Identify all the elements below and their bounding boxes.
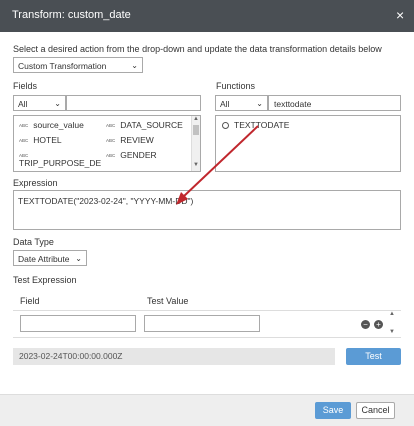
data-type-select[interactable]: Date Attribute ⌄ bbox=[13, 250, 87, 266]
test-value-input[interactable] bbox=[144, 315, 260, 332]
test-button[interactable]: Test bbox=[346, 348, 401, 365]
dialog-footer bbox=[0, 394, 414, 426]
test-expression-label: Test Expression bbox=[13, 275, 77, 285]
chevron-down-icon: ⌄ bbox=[75, 254, 82, 263]
test-field-header: Field bbox=[20, 296, 40, 306]
cancel-button[interactable]: Cancel bbox=[356, 402, 395, 419]
scroll-up-icon[interactable]: ▲ bbox=[389, 311, 395, 317]
plus-circle-icon[interactable]: + bbox=[374, 320, 383, 329]
test-result-value: 2023-02-24T00:00:00.000Z bbox=[19, 351, 123, 361]
test-value-header: Test Value bbox=[147, 296, 189, 306]
test-field-input[interactable] bbox=[20, 315, 136, 332]
data-type-label: Data Type bbox=[13, 237, 54, 247]
save-button[interactable]: Save bbox=[315, 402, 351, 419]
scroll-down-icon[interactable]: ▼ bbox=[389, 329, 395, 335]
data-type-value: Date Attribute bbox=[18, 254, 70, 264]
minus-circle-icon[interactable]: − bbox=[361, 320, 370, 329]
transform-dialog: Transform: custom_date × Select a desire… bbox=[0, 0, 414, 426]
test-result: 2023-02-24T00:00:00.000Z bbox=[13, 348, 335, 365]
